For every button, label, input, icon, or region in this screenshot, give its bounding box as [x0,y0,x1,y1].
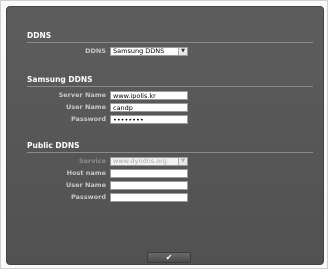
ddns-settings-panel: DDNS DDNS Samsung DDNS ▼ Samsung DDNS Se… [6,6,324,265]
ok-button[interactable]: ✔ [147,252,191,263]
ddns-select-value: Samsung DDNS [113,47,165,55]
server-name-label: Server Name [58,91,106,99]
password-input[interactable] [110,115,188,124]
service-select-value: www.dyndns.org [113,157,167,165]
public-user-name-input[interactable] [110,181,188,190]
public-user-name-label: User Name [65,181,106,189]
chevron-down-icon: ▼ [178,158,187,165]
public-ddns-section-title: Public DDNS [27,141,80,150]
samsung-ddns-section-title: Samsung DDNS [27,75,93,84]
page-frame: DDNS DDNS Samsung DDNS ▼ Samsung DDNS Se… [0,0,328,269]
user-name-input[interactable] [110,103,188,112]
public-password-input[interactable] [110,193,188,202]
password-label: Password [70,115,106,123]
host-name-input[interactable] [110,169,188,178]
samsung-ddns-section-divider [27,86,313,87]
user-name-label: User Name [65,103,106,111]
public-ddns-section-divider [27,152,313,153]
checkmark-icon: ✔ [165,253,173,262]
chevron-down-icon: ▼ [178,48,187,55]
ddns-select[interactable]: Samsung DDNS ▼ [110,47,188,56]
service-label: Service [78,157,106,165]
ddns-section-divider [27,42,313,43]
ddns-section-title: DDNS [27,31,52,40]
public-password-label: Password [70,193,106,201]
service-select[interactable]: www.dyndns.org ▼ [110,157,188,166]
ddns-label: DDNS [85,47,106,55]
host-name-label: Host name [66,169,106,177]
server-name-input[interactable] [110,91,188,100]
